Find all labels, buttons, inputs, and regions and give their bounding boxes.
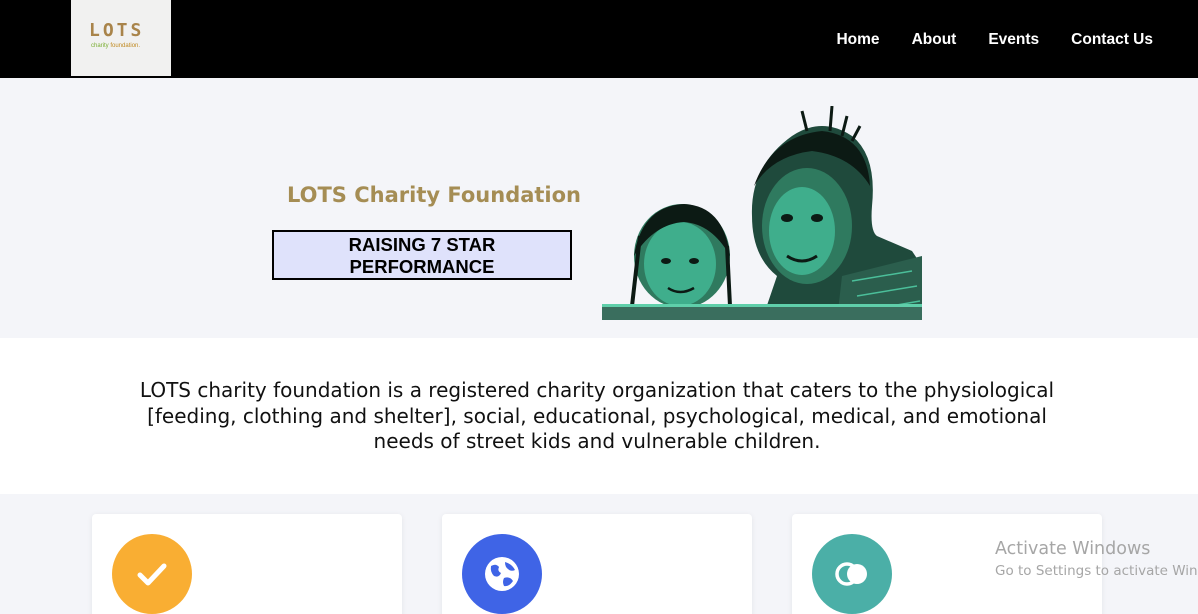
check-icon [137, 563, 167, 586]
watermark-subtitle: Go to Settings to activate Windows. [995, 563, 1198, 579]
about-description: LOTS charity foundation is a registered … [139, 378, 1055, 453]
hero-photo-children [602, 106, 922, 320]
hero-section: LOTS Charity Foundation RAISING 7 STAR P… [0, 78, 1198, 338]
hero-tagline-badge: RAISING 7 STAR PERFORMANCE [272, 230, 572, 280]
globe-icon-badge [462, 534, 542, 614]
hero-title: LOTS Charity Foundation [287, 183, 582, 207]
check-icon-badge [112, 534, 192, 614]
badge-line-1: RAISING 7 STAR [348, 234, 496, 255]
logo-wordmark: LOTS [89, 20, 145, 41]
logo-tagline: charity foundation. [91, 43, 141, 49]
nav-link-about[interactable]: About [912, 31, 957, 49]
about-section: LOTS charity foundation is a registered … [0, 338, 1198, 494]
feature-card-1 [92, 514, 402, 614]
nav-link-events[interactable]: Events [988, 31, 1039, 49]
rings-icon-badge [812, 534, 892, 614]
logo[interactable]: LOTS charity foundation. [71, 0, 171, 76]
navbar: LOTS charity foundation. Home About Even… [0, 0, 1198, 78]
nav-menu: Home About Events Contact Us [836, 31, 1153, 49]
rings-icon [835, 562, 867, 586]
nav-link-contact[interactable]: Contact Us [1071, 31, 1153, 49]
feature-card-2 [442, 514, 752, 614]
globe-icon [485, 557, 519, 591]
badge-line-2: PERFORMANCE [349, 256, 495, 277]
nav-link-home[interactable]: Home [836, 31, 879, 49]
activate-windows-watermark: Activate Windows Go to Settings to activ… [995, 539, 1198, 579]
watermark-title: Activate Windows [995, 539, 1151, 559]
